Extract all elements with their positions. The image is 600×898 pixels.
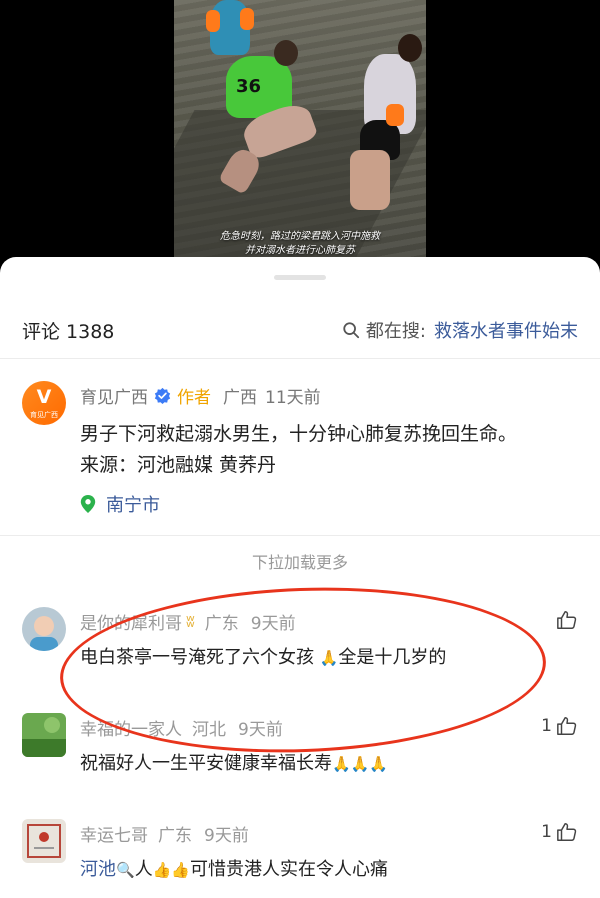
search-prefix: 都在搜: [365,321,426,342]
trending-search[interactable]: 都在搜: 救落水者事件始末 [342,317,578,343]
author-time: 11天前 [265,388,321,408]
thumb-up-icon [557,611,577,629]
float-right [240,8,254,30]
author-meta: 育见广西 作者 广西 11天前 [80,383,321,408]
commenter-avatar[interactable] [22,713,66,757]
post-divider [0,535,600,536]
video-player[interactable]: 36 危急时刻，路过的梁君跳入河中施救 并对溺水者进行心肺复苏 [174,0,426,262]
thumb-up-icon [557,717,577,735]
like-count: 1 [541,822,552,842]
search-keyword-link[interactable]: 河池 [80,859,116,880]
comment-text-part: 祝福好人一生平安健康幸福长寿 [80,753,332,774]
float-left [206,10,220,32]
verified-badge-icon [154,387,171,404]
author-avatar[interactable]: V 育见广西 [22,381,66,425]
like-button[interactable]: 1 [541,821,578,843]
comment-sheet: 评论 1388 都在搜: 救落水者事件始末 V 育见广西 育见广西 作者 广西 … [0,257,600,898]
search-topic-link[interactable]: 救落水者事件始末 [434,317,578,343]
comment-text: 祝福好人一生平安健康幸福长寿🙏🙏🙏 [80,749,388,775]
bystander-head [398,34,422,62]
location-pin-icon [80,495,96,513]
comment-meta: 幸运七哥 广东 9天前 [80,821,249,846]
comment-count: 评论 1388 [22,321,115,343]
author-tag: 作者 [177,388,211,408]
comment-text-part: 可惜贵港人实在令人心痛 [190,859,389,880]
landscape-photo-avatar-icon [22,713,66,757]
location-tag[interactable]: 南宁市 [80,491,160,517]
commenter-avatar[interactable] [22,607,66,651]
video-caption: 危急时刻，路过的梁君跳入河中施救 并对溺水者进行心肺复苏 [174,230,426,258]
drag-handle[interactable] [274,275,326,280]
like-button[interactable]: 1 [541,715,578,737]
certificate-photo-avatar-icon [22,819,66,863]
rescuer-head [274,40,298,66]
child-photo-avatar-icon [22,607,66,651]
caption-line-1: 危急时刻，路过的梁君跳入河中施救 [220,231,380,242]
commenter-region: 广东 [158,826,192,846]
load-more-hint[interactable]: 下拉加载更多 [0,549,600,573]
location-name: 南宁市 [106,495,160,516]
comment-text: 河池🔍人👍👍可惜贵港人实在令人心痛 [80,855,388,881]
search-icon [343,322,360,339]
header-divider [0,358,600,359]
caption-line-2: 并对溺水者进行心肺复苏 [245,245,355,256]
annotation-circle [57,579,549,761]
thumbs-up-emoji-icon: 👍👍 [152,861,191,879]
like-button[interactable] [552,609,578,631]
comment-header: 评论 1388 都在搜: 救落水者事件始末 [0,309,600,353]
author-region: 广西 [223,388,257,408]
avatar-logo-caption: 育见广西 [30,411,58,419]
shirt-number: 36 [236,76,262,97]
author-name[interactable]: 育见广西 [80,383,148,408]
pray-emoji-icon: 🙏🙏🙏 [332,755,389,773]
author-post-text: 男子下河救起溺水男生，十分钟心肺复苏挽回生命。 来源：河池融媒 黄荞丹 [80,423,518,476]
commenter-avatar[interactable] [22,819,66,863]
search-small-icon: 🔍 [116,861,135,879]
like-count: 1 [541,716,552,736]
comment-text-part: 人 [134,859,153,880]
commenter-name[interactable]: 幸运七哥 [80,821,148,846]
comment-time: 9天前 [204,826,249,846]
thumb-up-icon [557,823,577,841]
bystander-legs [350,150,390,210]
bystander-float [386,104,404,126]
avatar-logo-letter: V [36,386,52,408]
